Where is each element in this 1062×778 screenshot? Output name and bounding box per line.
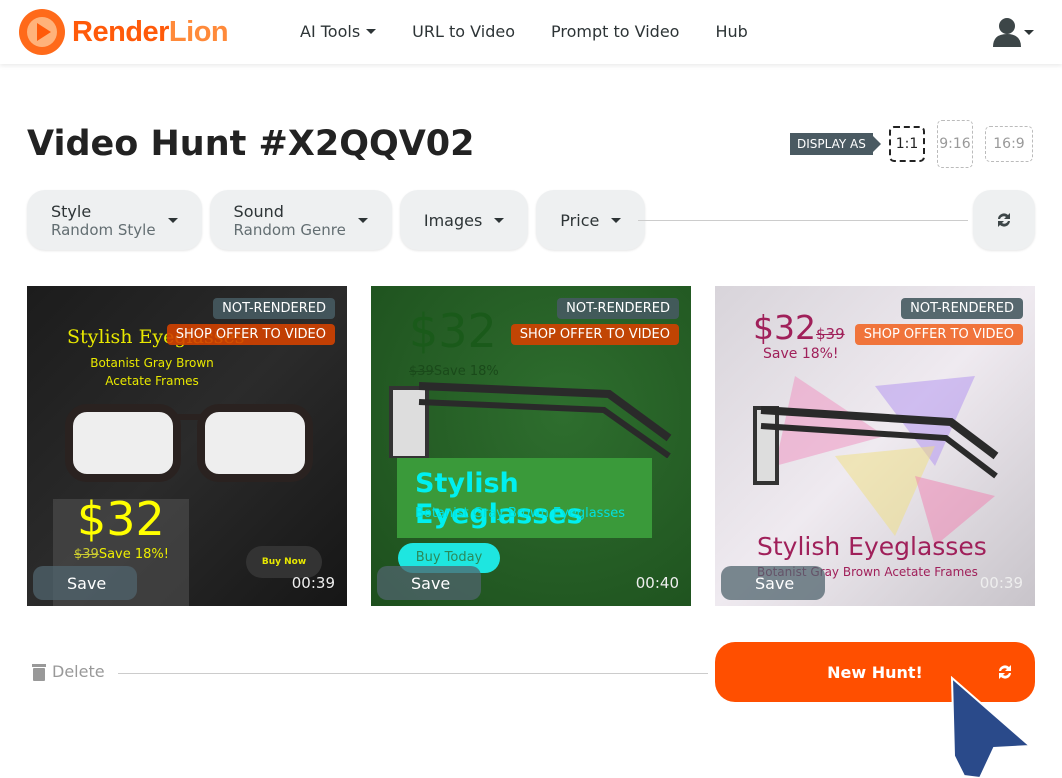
shop-offer-button[interactable]: SHOP OFFER TO VIDEO (166, 324, 335, 345)
card-price: $32$39 (753, 308, 845, 347)
ratio-9-16[interactable]: 9:16 (937, 120, 973, 168)
lion-logo-icon (19, 9, 65, 55)
caret-down-icon (167, 217, 178, 223)
caret-down-icon (611, 217, 622, 223)
delete-button[interactable]: Delete (32, 662, 105, 681)
shop-offer-button[interactable]: SHOP OFFER TO VIDEO (854, 324, 1023, 345)
duration: 00:40 (635, 574, 679, 592)
eyeglasses-image (65, 404, 313, 482)
card-price-details: $39Save 18%! (74, 547, 169, 562)
nav-prompt-to-video[interactable]: Prompt to Video (551, 22, 679, 41)
nav-hub[interactable]: Hub (715, 22, 747, 41)
caret-down-icon (494, 217, 505, 223)
duration: 00:39 (291, 574, 335, 592)
caret-down-icon (1024, 29, 1034, 35)
video-card[interactable]: Stylish Eyeglasses Botanist Gray Brown Ac… (27, 286, 347, 606)
status-badge: NOT-RENDERED (557, 298, 679, 319)
save-button[interactable]: Save (33, 566, 137, 600)
save-button[interactable]: Save (377, 566, 481, 600)
shop-offer-button[interactable]: SHOP OFFER TO VIDEO (510, 324, 679, 345)
card-subtitle: Botanist Gray Brown Eyeglasses (415, 506, 625, 521)
display-as-label: DISPLAY AS (790, 133, 881, 155)
card-price: $32 (409, 304, 497, 358)
top-nav: RenderLion AI Tools URL to Video Prompt … (0, 0, 1062, 64)
card-title: Stylish Eyeglasses (757, 532, 987, 561)
duration: 00:39 (979, 574, 1023, 592)
refresh-icon (998, 213, 1010, 227)
page-title: Video Hunt #X2QQV02 (27, 124, 475, 164)
divider (118, 673, 708, 674)
sound-filter[interactable]: Sound Random Genre (209, 190, 392, 250)
style-filter[interactable]: Style Random Style (27, 190, 202, 250)
card-save-text: Save 18%! (763, 346, 839, 362)
refresh-button[interactable] (973, 190, 1035, 250)
status-badge: NOT-RENDERED (213, 298, 335, 319)
eyeglasses-image (753, 406, 999, 485)
user-icon (993, 18, 1021, 47)
video-card[interactable]: $32$39 Save 18%! Stylish Eyeglasses Bota… (715, 286, 1035, 606)
images-filter[interactable]: Images (399, 190, 529, 250)
caret-down-icon (366, 29, 377, 34)
logo[interactable]: RenderLion (18, 8, 229, 56)
ratio-16-9[interactable]: 16:9 (985, 126, 1033, 162)
card-old-price: $39 (74, 547, 99, 562)
video-card[interactable]: $32 $39Save 18% Stylish Eyeglasses Botan… (371, 286, 691, 606)
divider (638, 220, 968, 221)
status-badge: NOT-RENDERED (901, 298, 1023, 319)
brand-name: RenderLion (72, 15, 229, 48)
eyeglasses-image (389, 382, 672, 458)
nav-ai-tools[interactable]: AI Tools (300, 22, 377, 41)
card-subtitle: Botanist Gray Brown Acetate Frames (90, 356, 214, 388)
nav-url-to-video[interactable]: URL to Video (412, 22, 515, 41)
mouse-cursor-icon (950, 676, 1032, 778)
trash-icon (32, 663, 46, 681)
save-button[interactable]: Save (721, 566, 825, 600)
price-filter[interactable]: Price (536, 190, 646, 250)
user-menu[interactable] (993, 17, 1034, 47)
caret-down-icon (357, 217, 368, 223)
ratio-1-1[interactable]: 1:1 (889, 126, 925, 162)
card-price: $32 (77, 492, 165, 546)
